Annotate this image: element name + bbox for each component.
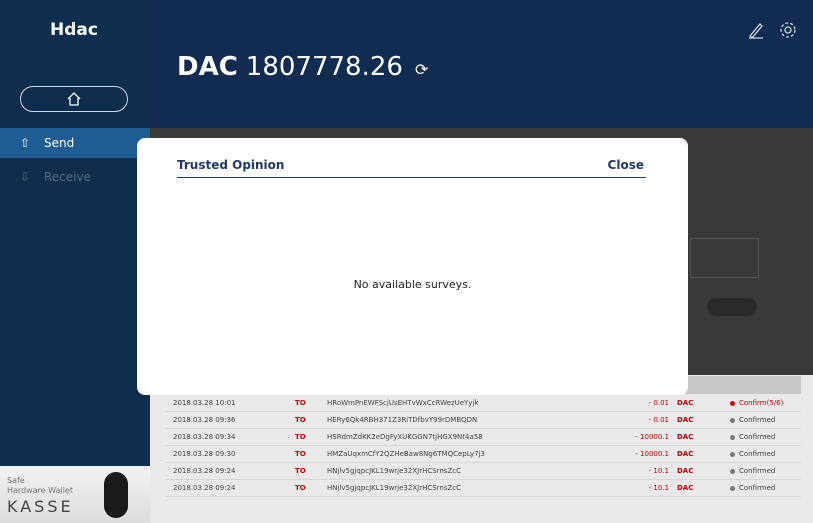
tx-direction: TO bbox=[295, 399, 306, 407]
tx-address: HNjlv5gjqpcJKL19wrje32XJrHCSrnsZcC bbox=[327, 484, 462, 492]
home-button[interactable] bbox=[20, 86, 128, 112]
status-dot-icon bbox=[730, 485, 735, 491]
modal-title: Trusted Opinion bbox=[177, 158, 285, 172]
banner-line2: Hardware Wallet bbox=[7, 486, 73, 495]
tx-status: Confirmed bbox=[730, 450, 775, 458]
tx-amount: - 10000.1 bbox=[635, 433, 669, 441]
app-logo: Hdac bbox=[50, 20, 98, 40]
tx-status-label: Confirmed bbox=[739, 467, 776, 475]
sidebar-item-send[interactable]: ⇧ Send bbox=[0, 128, 150, 158]
banner-line1: Safe bbox=[7, 476, 25, 485]
tx-amount: - 10.1 bbox=[648, 484, 669, 492]
tx-status-label: Confirmed bbox=[739, 416, 776, 424]
status-dot-icon bbox=[730, 417, 735, 423]
tx-status: Confirmed bbox=[730, 433, 775, 441]
tx-amount: - 10.1 bbox=[648, 467, 669, 475]
tx-address: HERy6Qk4RBH371Z3RiTDfbvY99rDMBQDN bbox=[327, 416, 478, 424]
status-dot-icon bbox=[730, 434, 735, 440]
tx-direction: TO bbox=[295, 484, 306, 492]
sidebar-item-receive[interactable]: ⇩ Receive bbox=[0, 162, 150, 192]
trusted-opinion-modal: Trusted Opinion Close No available surve… bbox=[137, 138, 688, 395]
tx-status-label: Confirmed bbox=[739, 484, 776, 492]
banner-brand: KASSE bbox=[7, 497, 74, 516]
tx-date: 2018.03.28 09:30 bbox=[173, 450, 236, 458]
kasse-banner[interactable]: Safe Hardware Wallet KASSE bbox=[0, 466, 150, 523]
balance-currency: DAC bbox=[177, 52, 238, 82]
tx-currency: DAC bbox=[677, 467, 694, 475]
tx-address: HNjlv5gjqpcJKL19wrje32XJrHCSrnsZcC bbox=[327, 467, 462, 475]
tx-status: Confirmed bbox=[730, 467, 775, 475]
send-button-dimmed bbox=[707, 298, 757, 316]
sign-icon[interactable] bbox=[746, 20, 766, 40]
balance-amount: 1807778.26 bbox=[245, 52, 403, 82]
empty-message: No available surveys. bbox=[353, 278, 472, 291]
send-icon: ⇧ bbox=[20, 136, 31, 150]
table-row[interactable]: 2018.03.28 09:30 TO HMZaUqxmCfY2QZHeBaw8Ng… bbox=[165, 445, 801, 463]
tx-status: Confirmed bbox=[730, 484, 775, 492]
tx-amount: - 0.01 bbox=[648, 399, 669, 407]
home-icon bbox=[67, 92, 81, 106]
tx-status: Confirmed bbox=[730, 416, 775, 424]
sidebar-item-label: Send bbox=[44, 136, 75, 150]
tx-direction: TO bbox=[295, 450, 306, 458]
tx-date: 2018.03.28 09:34 bbox=[173, 433, 236, 441]
close-button[interactable]: Close bbox=[608, 158, 644, 172]
table-row[interactable]: 2018.03.28 10:01 TO HRoWmPnEWFScjUsEHTvWxC… bbox=[165, 394, 801, 412]
modal-header: Trusted Opinion Close bbox=[177, 157, 646, 178]
tx-date: 2018.03.28 09:24 bbox=[173, 467, 236, 475]
tx-currency: DAC bbox=[677, 484, 694, 492]
tx-status: Confirm(5/6) bbox=[730, 399, 783, 407]
tx-amount: - 0.01 bbox=[648, 416, 669, 424]
tx-currency: DAC bbox=[677, 450, 694, 458]
status-dot-icon bbox=[730, 468, 735, 474]
tx-date: 2018.03.28 10:01 bbox=[173, 399, 236, 407]
tx-address: HRoWmPnEWFScjUsEHTvWxCcRWezUeYyjk bbox=[327, 399, 479, 407]
balance-display: DAC 1807778.26 ⟳ bbox=[177, 52, 428, 82]
sidebar: Hdac ⇧ Send ⇩ Receive bbox=[0, 0, 150, 523]
table-row[interactable]: 2018.03.28 09:24 TO HNjlv5gjqpcJKL19wrje32… bbox=[165, 479, 801, 497]
tx-currency: DAC bbox=[677, 433, 694, 441]
tx-address: HMZaUqxmCfY2QZHeBaw8Ng6TMQCepLy7j3 bbox=[327, 450, 485, 458]
tx-currency: DAC bbox=[677, 399, 694, 407]
gear-icon[interactable] bbox=[778, 20, 798, 40]
table-row[interactable]: 2018.03.28 09:34 TO HSRdmZdKK2eDgFyXUKGGN7… bbox=[165, 428, 801, 446]
tx-status-label: Confirmed bbox=[739, 433, 776, 441]
tx-status-label: Confirm(5/6) bbox=[739, 399, 784, 407]
header-actions bbox=[746, 20, 798, 40]
tx-amount: - 10000.1 bbox=[635, 450, 669, 458]
tx-status-label: Confirmed bbox=[739, 450, 776, 458]
send-field-dimmed bbox=[690, 238, 759, 278]
tx-date: 2018.03.28 09:24 bbox=[173, 484, 236, 492]
sidebar-item-label: Receive bbox=[44, 170, 91, 184]
tx-currency: DAC bbox=[677, 416, 694, 424]
tx-direction: TO bbox=[295, 416, 306, 424]
status-dot-icon bbox=[730, 400, 735, 406]
hardware-wallet-image bbox=[104, 472, 128, 518]
tx-date: 2018.03.28 09:36 bbox=[173, 416, 236, 424]
refresh-icon[interactable]: ⟳ bbox=[415, 60, 428, 79]
status-dot-icon bbox=[730, 451, 735, 457]
table-row[interactable]: 2018.03.28 09:24 TO HNjlv5gjqpcJKL19wrje32… bbox=[165, 462, 801, 480]
tx-address: HSRdmZdKK2eDgFyXUKGGN7tjHGX9Nt4a58 bbox=[327, 433, 483, 441]
tx-direction: TO bbox=[295, 433, 306, 441]
table-row[interactable]: 2018.03.28 09:36 TO HERy6Qk4RBH371Z3RiTDfb… bbox=[165, 411, 801, 429]
tx-direction: TO bbox=[295, 467, 306, 475]
receive-icon: ⇩ bbox=[20, 170, 31, 184]
